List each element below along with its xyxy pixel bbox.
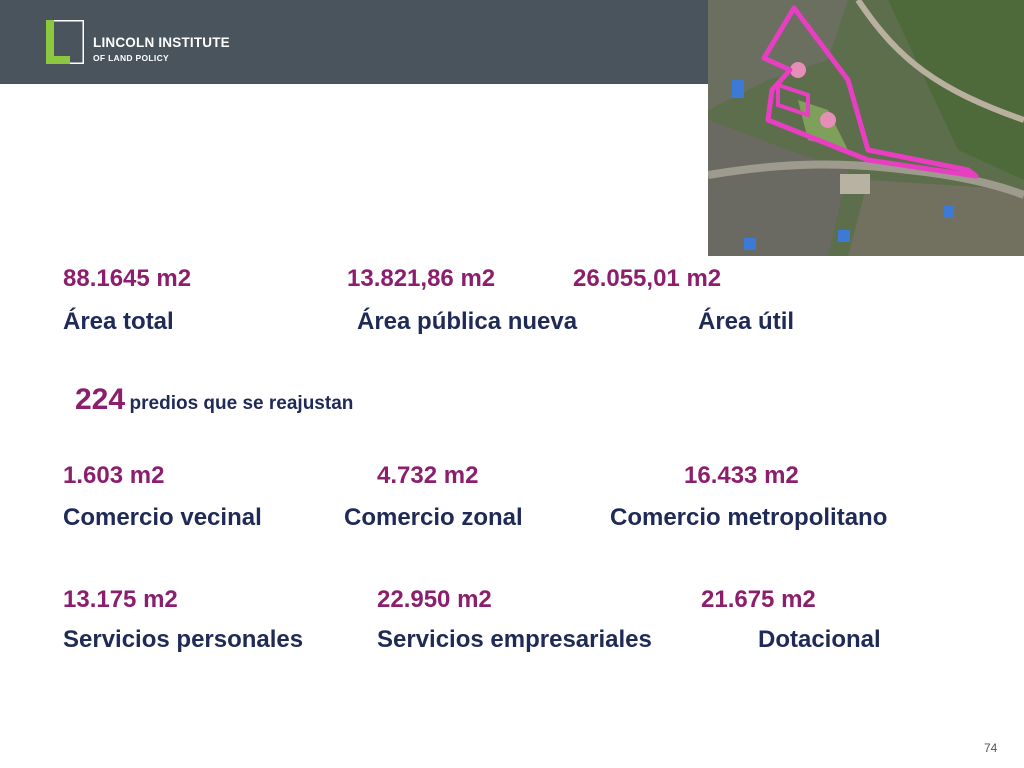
servicios-personales-value: 13.175 m2 — [63, 586, 178, 613]
area-util-label: Área útil — [698, 308, 795, 335]
aerial-photo — [708, 0, 1024, 256]
comercio-metropolitano-label: Comercio metropolitano — [610, 504, 888, 531]
dotacional-value: 21.675 m2 — [701, 586, 816, 613]
area-total-label: Área total — [63, 308, 174, 335]
page-number: 74 — [984, 741, 998, 755]
comercio-vecinal-value: 1.603 m2 — [63, 462, 165, 489]
logo-text: LINCOLN INSTITUTE OF LAND POLICY — [93, 36, 230, 62]
comercio-zonal-label: Comercio zonal — [344, 504, 523, 531]
servicios-empresariales-value: 22.950 m2 — [377, 586, 492, 613]
area-total-value: 88.1645 m2 — [63, 265, 192, 292]
servicios-personales-label: Servicios personales — [63, 626, 304, 653]
servicios-empresariales-label: Servicios empresariales — [377, 626, 652, 653]
dotacional-label: Dotacional — [758, 626, 881, 653]
lincoln-logo-icon — [46, 20, 84, 64]
comercio-vecinal-label: Comercio vecinal — [63, 504, 262, 531]
comercio-zonal-value: 4.732 m2 — [377, 462, 479, 489]
comercio-metropolitano-value: 16.433 m2 — [684, 462, 799, 489]
area-util-value: 26.055,01 m2 — [573, 265, 722, 292]
predios-count: 224 — [75, 383, 126, 416]
predios-text: predios que se reajustan — [129, 393, 354, 414]
predios-line: 224 predios que se reajustan — [75, 385, 353, 415]
area-publica-value: 13.821,86 m2 — [347, 265, 496, 292]
logo-line-2: OF LAND POLICY — [93, 52, 169, 63]
header-bar: LINCOLN INSTITUTE OF LAND POLICY — [0, 0, 708, 84]
area-publica-label: Área pública nueva — [357, 308, 578, 335]
logo-line-1: LINCOLN INSTITUTE — [93, 35, 230, 50]
